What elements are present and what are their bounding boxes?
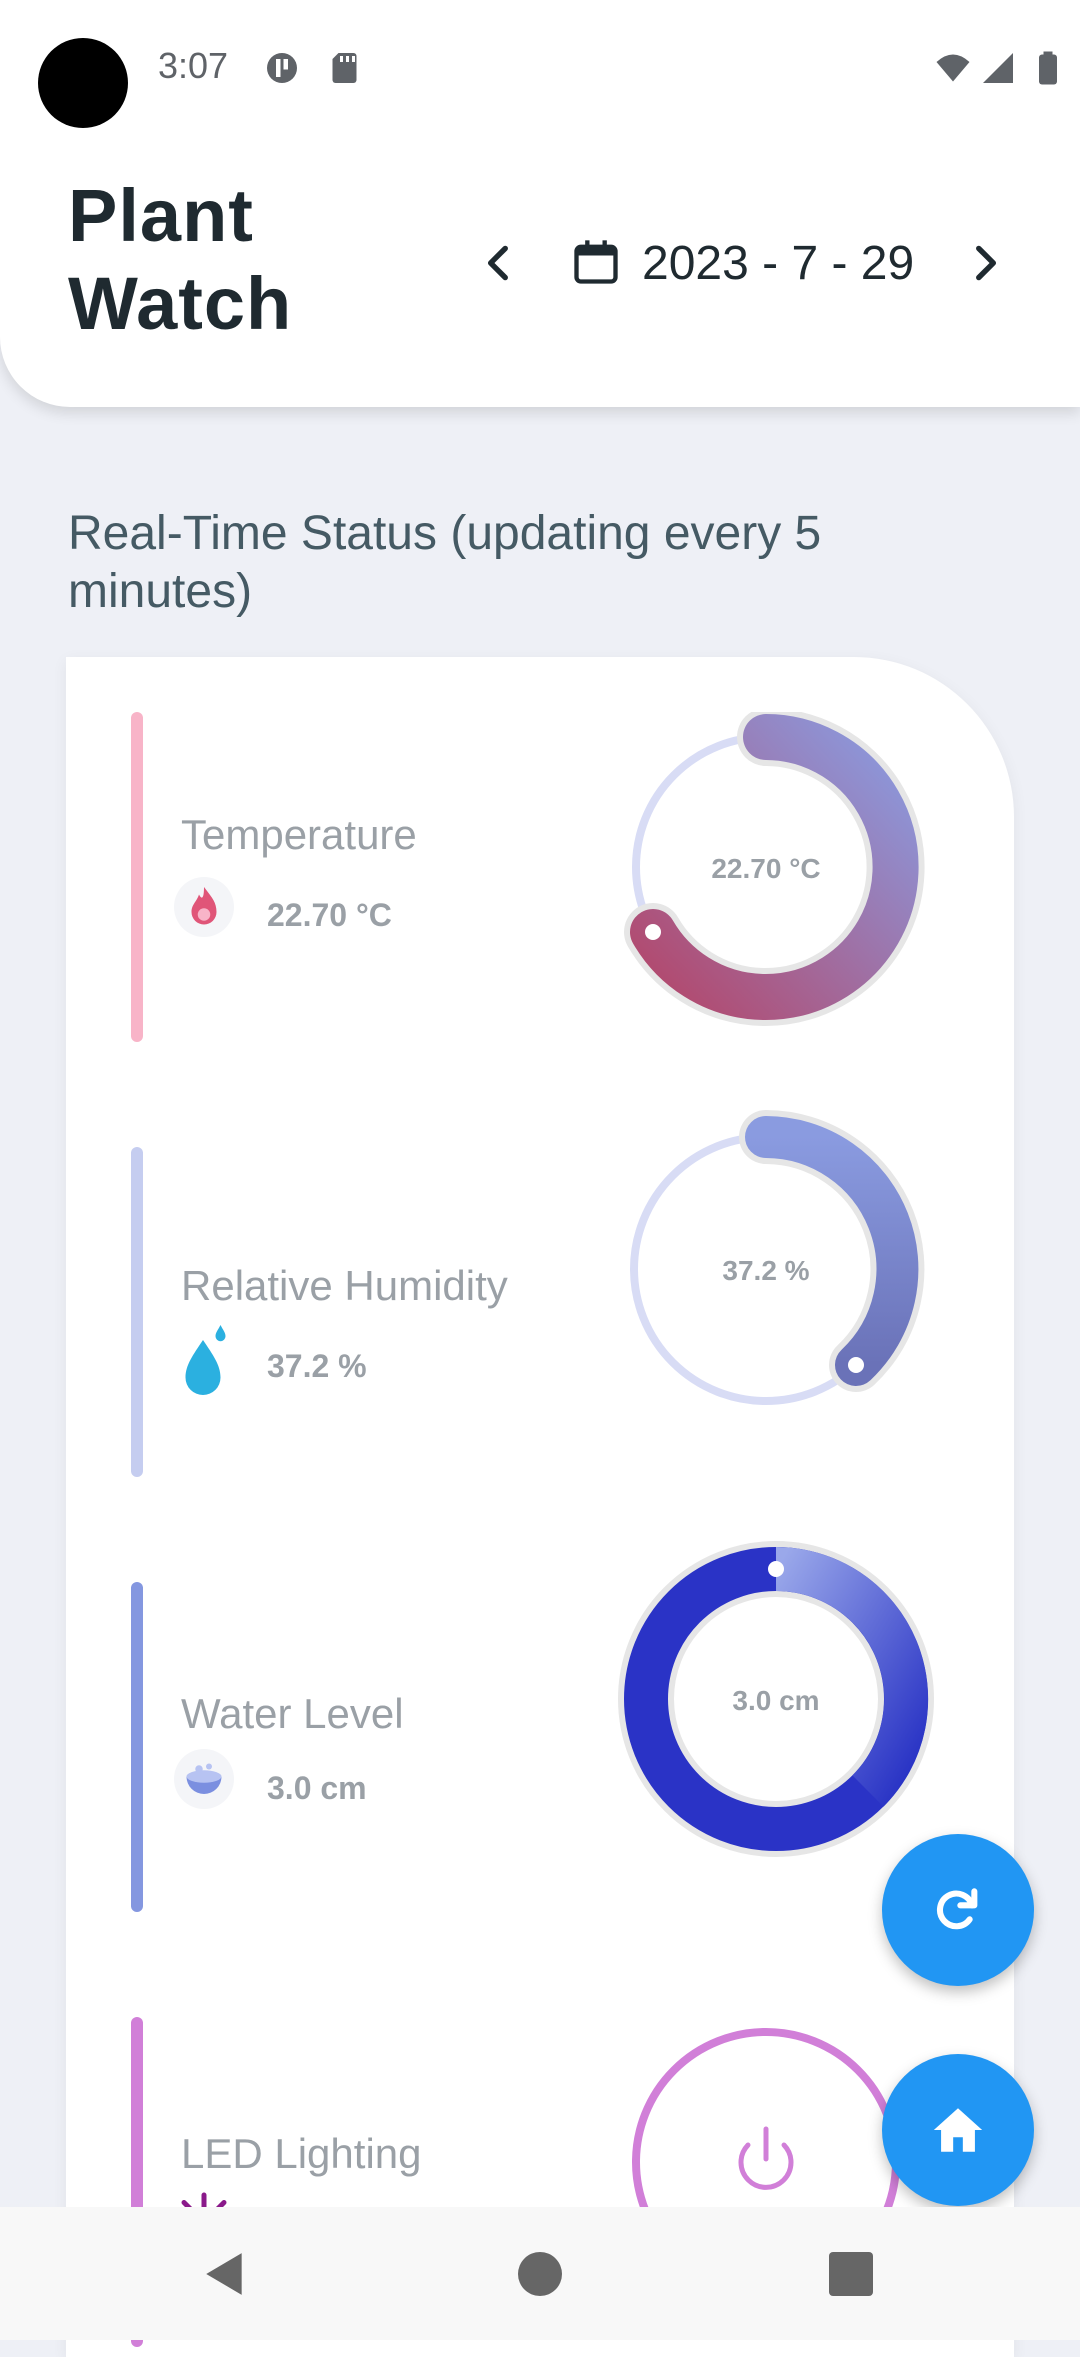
water-drop-icon xyxy=(185,1325,226,1395)
flame-icon xyxy=(174,877,234,937)
home-nav-button[interactable] xyxy=(518,2252,562,2296)
gauge-value: 3.0 cm xyxy=(732,1685,819,1716)
accent-bar xyxy=(131,712,143,1042)
status-bar: 3:07 xyxy=(0,0,1080,128)
temperature-gauge: 22.70 °C xyxy=(624,712,925,1026)
status-card: Temperature 22.70 °C 22.70 °C Relative H… xyxy=(66,657,1014,2357)
metric-value: 3.0 cm xyxy=(267,1770,367,1806)
home-button[interactable] xyxy=(882,2054,1034,2206)
water-bowl-icon xyxy=(174,1749,234,1809)
metric-value: 22.70 °C xyxy=(267,897,392,933)
metric-value: 37.2 % xyxy=(267,1348,367,1384)
gauge-value: 37.2 % xyxy=(722,1255,809,1286)
humidity-gauge: 37.2 % xyxy=(630,1110,925,1405)
accent-bar xyxy=(131,1147,143,1477)
cell-signal-icon xyxy=(983,53,1013,83)
app-title: Plant Watch xyxy=(68,174,293,345)
camera-cutout xyxy=(38,38,128,128)
accent-bar xyxy=(131,1582,143,1912)
prev-date-button[interactable] xyxy=(474,238,524,288)
metric-label: Water Level xyxy=(181,1690,404,1737)
power-icon xyxy=(738,2126,794,2190)
wifi-icon xyxy=(936,54,970,82)
water-level-gauge: 3.0 cm xyxy=(618,1541,934,1857)
system-nav-bar xyxy=(0,2207,1080,2340)
recents-button[interactable] xyxy=(829,2252,873,2296)
calendar-icon[interactable] xyxy=(570,236,622,288)
next-date-button[interactable] xyxy=(960,238,1010,288)
date-display[interactable]: 2023 - 7 - 29 xyxy=(642,236,914,291)
home-icon xyxy=(933,2108,983,2152)
sd-card-icon xyxy=(332,53,357,83)
metric-label: Temperature xyxy=(181,811,417,858)
status-time: 3:07 xyxy=(158,45,229,86)
section-title: Real-Time Status (updating every 5 minut… xyxy=(68,507,822,618)
battery-icon xyxy=(1039,51,1057,85)
metric-label: Relative Humidity xyxy=(181,1262,508,1309)
refresh-icon xyxy=(936,1888,978,1930)
refresh-button[interactable] xyxy=(882,1834,1034,1986)
back-button[interactable] xyxy=(200,2247,250,2301)
notification-icon xyxy=(267,53,297,83)
gauge-value: 22.70 °C xyxy=(711,853,820,884)
metric-label: LED Lighting xyxy=(181,2130,422,2177)
